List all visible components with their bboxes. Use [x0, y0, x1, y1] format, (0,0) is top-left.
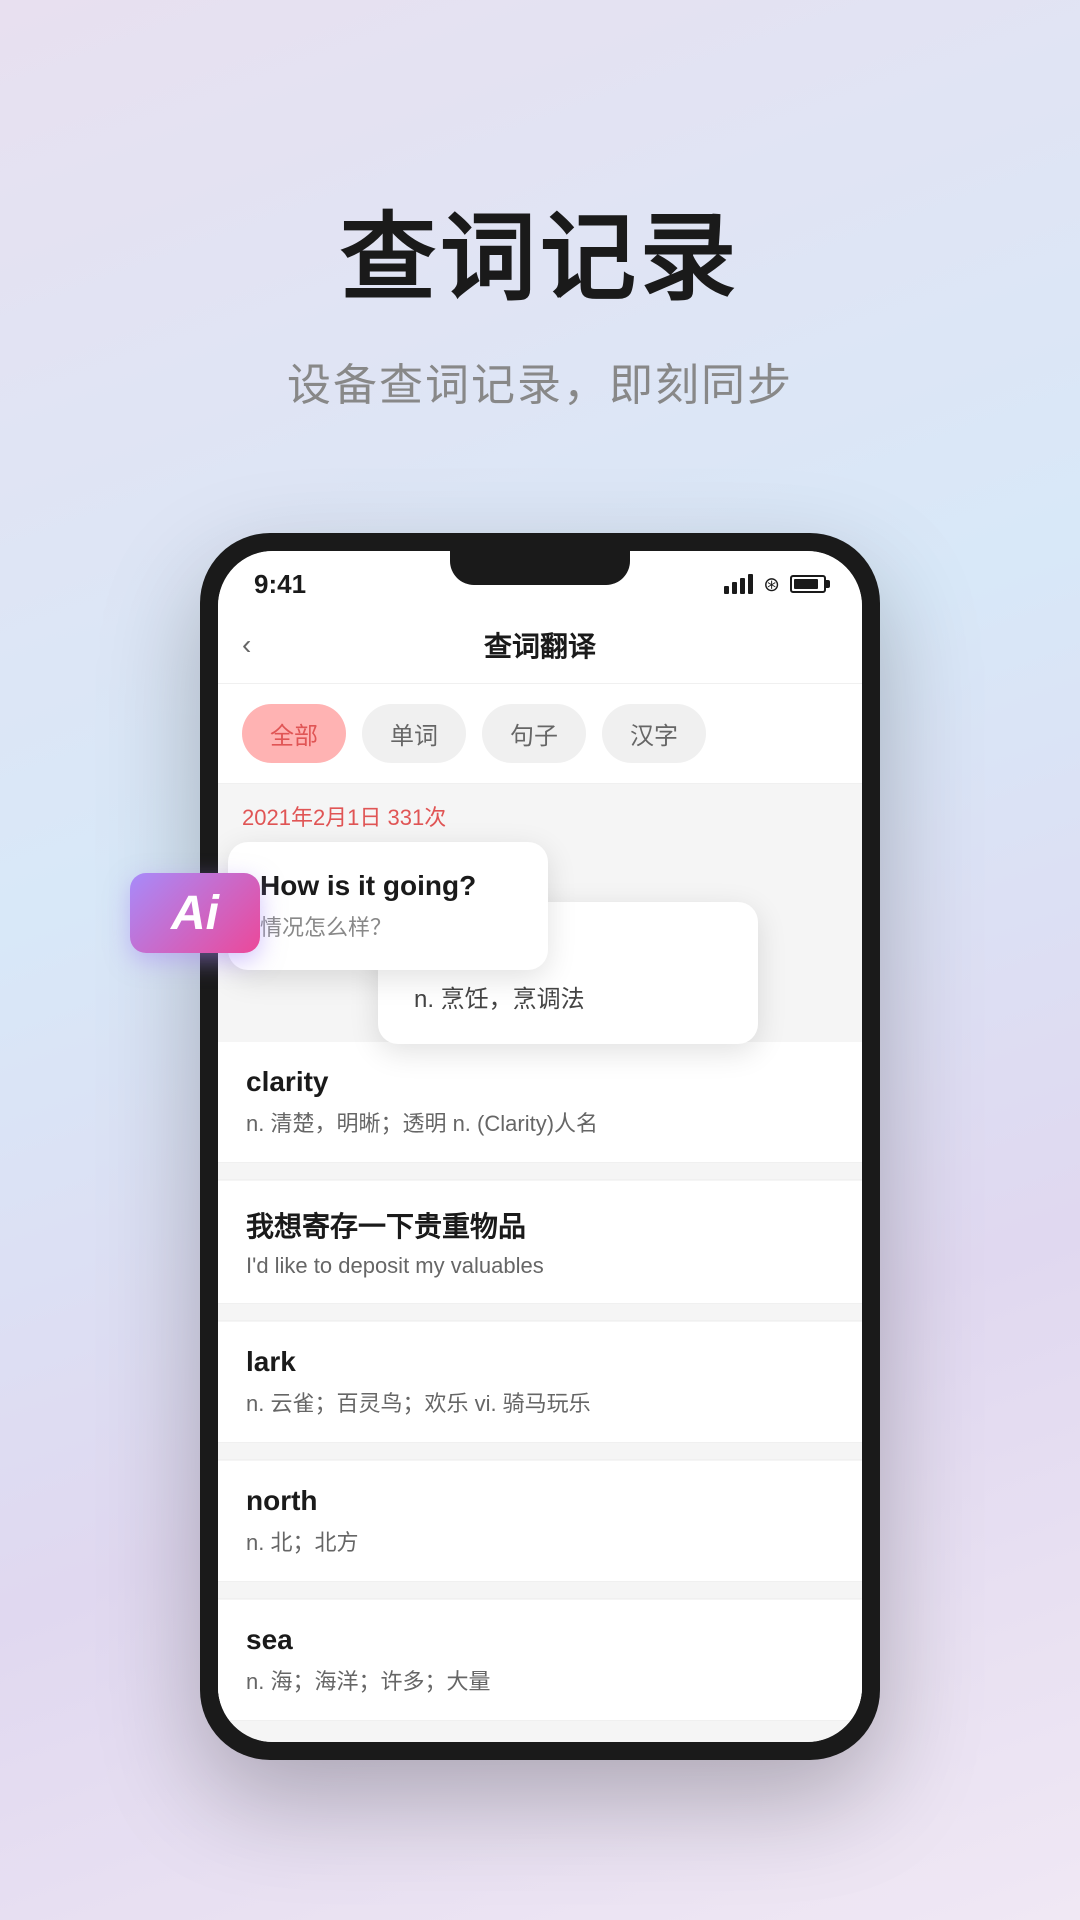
item-word-sea: sea — [246, 1624, 834, 1656]
list-item[interactable]: lark n. 云雀；百灵鸟；欢乐 vi. 骑马玩乐 — [218, 1322, 862, 1443]
hero-title: 查词记录 — [340, 180, 740, 319]
date-text: 2021年2月1日 331次 — [242, 805, 446, 830]
sentence-sub: 情况怎么样？ — [260, 910, 516, 942]
content-area: How is it going? 情况怎么样？ cuisine n. 烹饪，烹调… — [218, 842, 862, 1742]
filter-tab-hanzi[interactable]: 汉字 — [602, 704, 706, 763]
ai-badge-container: Ai — [130, 873, 260, 953]
filter-tab-all[interactable]: 全部 — [242, 704, 346, 763]
phone-screen: 9:41 ⊛ ‹ 查词翻译 全部 单词 — [218, 551, 862, 1742]
item-word-sentence2: 我想寄存一下贵重物品 — [246, 1205, 834, 1245]
list-item-spacer — [218, 1444, 862, 1460]
item-def-sentence2: I'd like to deposit my valuables — [246, 1253, 834, 1279]
signal-icon — [724, 574, 753, 594]
word-cuisine-def: n. 烹饪，烹调法 — [414, 979, 722, 1014]
list-item[interactable]: sea n. 海；海洋；许多；大量 — [218, 1600, 862, 1721]
item-def-north: n. 北；北方 — [246, 1525, 834, 1557]
wifi-icon: ⊛ — [763, 572, 780, 597]
floating-card-sentence[interactable]: How is it going? 情况怎么样？ — [228, 842, 548, 970]
list-item[interactable]: clarity n. 清楚，明晰；透明 n. (Clarity)人名 — [218, 1042, 862, 1163]
list-item-spacer — [218, 1305, 862, 1321]
ai-badge: Ai — [130, 873, 260, 953]
hero-section: 查词记录 设备查词记录，即刻同步 — [0, 0, 1080, 473]
filter-tab-word[interactable]: 单词 — [362, 704, 466, 763]
battery-icon — [790, 575, 826, 593]
hero-subtitle: 设备查词记录，即刻同步 — [287, 349, 793, 413]
list-item[interactable]: 我想寄存一下贵重物品 I'd like to deposit my valuab… — [218, 1181, 862, 1304]
list-item-spacer — [218, 1583, 862, 1599]
item-word-clarity: clarity — [246, 1066, 834, 1098]
item-def-sea: n. 海；海洋；许多；大量 — [246, 1664, 834, 1696]
filter-tabs: 全部 单词 句子 汉字 — [218, 684, 862, 784]
sentence-main: How is it going? — [260, 870, 516, 902]
phone-mockup: Ai 9:41 ⊛ ‹ 查词 — [160, 533, 920, 1760]
date-header: 2021年2月1日 331次 — [218, 784, 862, 842]
phone-notch — [450, 551, 630, 585]
item-def-lark: n. 云雀；百灵鸟；欢乐 vi. 骑马玩乐 — [246, 1386, 834, 1418]
filter-tab-sentence[interactable]: 句子 — [482, 704, 586, 763]
item-word-north: north — [246, 1485, 834, 1517]
list-item[interactable] — [218, 1164, 862, 1180]
phone-shell: 9:41 ⊛ ‹ 查词翻译 全部 单词 — [200, 533, 880, 1760]
status-time: 9:41 — [254, 569, 306, 600]
list-item[interactable]: north n. 北；北方 — [218, 1461, 862, 1582]
back-button[interactable]: ‹ — [242, 629, 251, 661]
item-def-clarity: n. 清楚，明晰；透明 n. (Clarity)人名 — [246, 1106, 834, 1138]
item-word-lark: lark — [246, 1346, 834, 1378]
top-nav: ‹ 查词翻译 — [218, 609, 862, 684]
status-icons: ⊛ — [724, 572, 826, 597]
nav-title: 查词翻译 — [484, 625, 596, 665]
